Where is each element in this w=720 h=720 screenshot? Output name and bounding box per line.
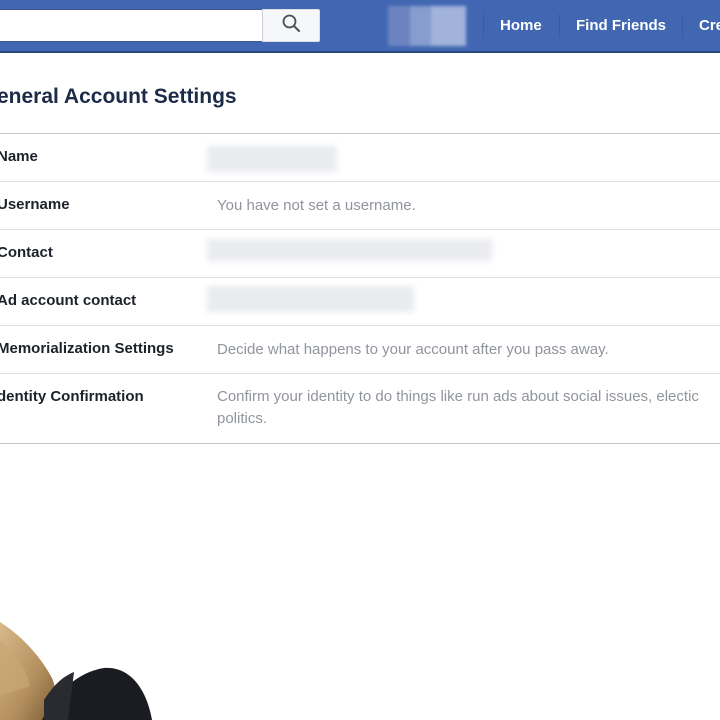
nav-home-link[interactable]: Home <box>500 16 542 36</box>
row-value: Decide what happens to your account afte… <box>217 341 609 358</box>
row-label: Ad account contact <box>0 292 137 309</box>
nav-divider <box>483 14 484 38</box>
redacted-name <box>207 146 337 172</box>
search-input[interactable] <box>0 9 263 42</box>
nav-divider <box>559 14 560 38</box>
page-title: eneral Account Settings <box>0 85 237 108</box>
settings-row-memorialization[interactable]: Memorialization Settings Decide what hap… <box>0 326 720 374</box>
row-value: Confirm your identity to do things like … <box>217 388 699 427</box>
search-icon <box>282 14 300 37</box>
top-bar: Home Find Friends Cre <box>0 0 720 53</box>
settings-row-contact[interactable]: Contact <box>0 230 720 278</box>
row-label: dentity Confirmation <box>0 388 144 405</box>
nav-find-friends-link[interactable]: Find Friends <box>576 16 666 36</box>
row-label: Username <box>0 196 70 213</box>
redacted-ad-contact <box>207 286 414 312</box>
settings-row-username[interactable]: Username You have not set a username. <box>0 182 720 230</box>
settings-row-name[interactable]: Name <box>0 134 720 182</box>
settings-list: Name Username You have not set a usernam… <box>0 134 720 444</box>
avatar[interactable] <box>388 6 466 46</box>
row-label: Name <box>0 148 38 165</box>
row-value: You have not set a username. <box>217 197 416 214</box>
person-photo <box>0 622 152 720</box>
nav-divider <box>682 14 683 38</box>
row-label: Contact <box>0 244 53 261</box>
nav-create-link[interactable]: Cre <box>699 16 720 36</box>
settings-row-identity-confirmation[interactable]: dentity Confirmation Confirm your identi… <box>0 374 720 444</box>
redacted-contact <box>207 239 492 261</box>
row-label: Memorialization Settings <box>0 340 174 357</box>
search-button[interactable] <box>262 9 320 42</box>
settings-row-ad-account-contact[interactable]: Ad account contact <box>0 278 720 326</box>
